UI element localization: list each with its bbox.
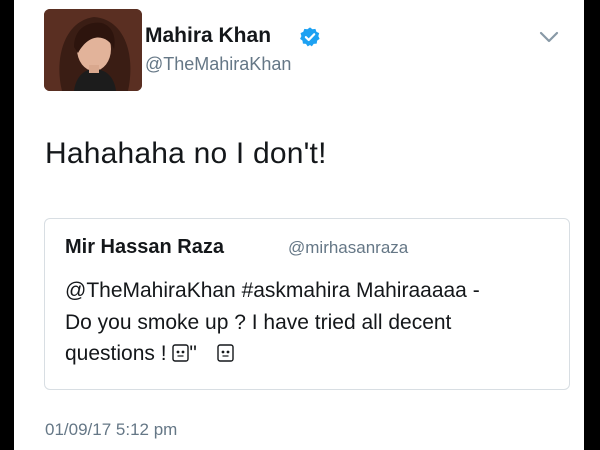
tweet-card: Mahira Khan @TheMahiraKhan Hahahaha no I…	[14, 0, 584, 450]
missing-glyph-icon	[217, 344, 234, 362]
quoted-author-handle[interactable]: @mirhasanraza	[288, 238, 408, 258]
author-display-name[interactable]: Mahira Khan	[145, 24, 271, 48]
tweet-text: Hahahaha no I don't!	[45, 137, 327, 170]
quoted-text-segment: "	[189, 342, 197, 365]
author-handle[interactable]: @TheMahiraKhan	[145, 54, 291, 75]
missing-glyph-icon	[172, 344, 190, 362]
chevron-down-icon[interactable]	[538, 30, 560, 44]
tweet-timestamp[interactable]: 01/09/17 5:12 pm	[45, 420, 177, 440]
quoted-author-name[interactable]: Mir Hassan Raza	[65, 236, 224, 259]
quoted-text-segment: questions !	[65, 342, 173, 365]
quoted-text-line: Do you smoke up ? I have tried all decen…	[65, 311, 452, 334]
quoted-text-line: @TheMahiraKhan #askmahira Mahiraaaaa -	[65, 279, 480, 302]
avatar[interactable]	[44, 9, 142, 91]
quoted-text-line: questions ! "	[65, 342, 234, 366]
screenshot-frame: Mahira Khan @TheMahiraKhan Hahahaha no I…	[0, 0, 600, 450]
avatar-image	[44, 9, 142, 91]
quoted-tweet[interactable]: Mir Hassan Raza @mirhasanraza @TheMahira…	[44, 218, 570, 390]
verified-badge-icon	[300, 27, 320, 47]
